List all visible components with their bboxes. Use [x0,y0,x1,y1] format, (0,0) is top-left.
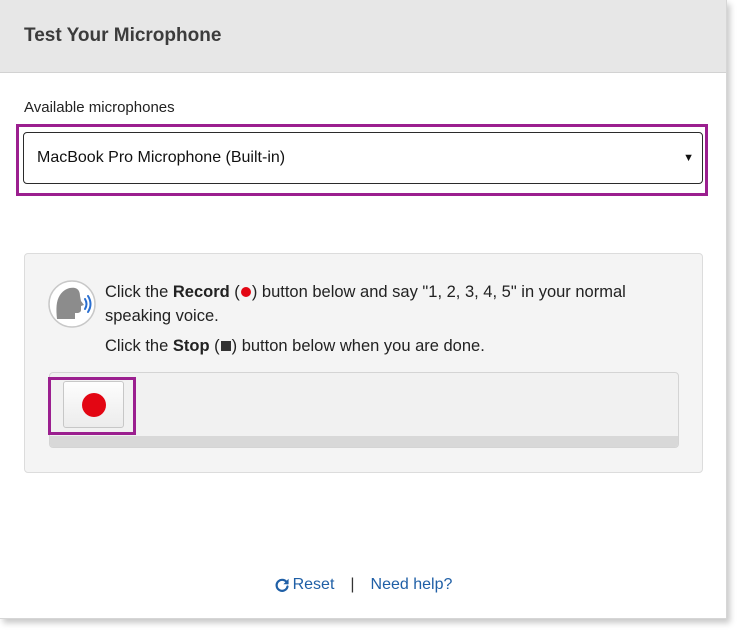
instruction-record-prefix: Click the [105,283,173,301]
footer: Reset | Need help? [0,576,726,594]
instruction-stop: Click the Stop ( ) button below when you … [105,334,685,358]
reset-link[interactable]: Reset [274,576,335,594]
page-title: Test Your Microphone [24,25,222,46]
need-help-link[interactable]: Need help? [371,576,453,594]
recorder-level-track [50,436,678,447]
instruction-record-open: ( [229,283,240,301]
speaking-head-icon [48,280,96,328]
instruction-stop-suffix: ) button below when you are done. [231,337,485,355]
panel-header: Test Your Microphone [0,0,726,73]
stop-word: Stop [172,337,210,355]
footer-separator: | [350,576,355,593]
reset-label: Reset [292,576,335,593]
stop-square-icon [220,341,231,351]
record-button[interactable] [63,381,124,428]
refresh-icon [275,578,289,592]
instructions: Click the Record () button below and say… [105,280,685,358]
record-icon [81,392,106,417]
microphone-select-value: MacBook Pro Microphone (Built-in) [37,149,286,166]
microphone-test-panel: Test Your Microphone Available microphon… [0,0,727,619]
microphones-label: Available microphones [24,99,175,116]
record-dot-icon [240,287,251,297]
dropdown-arrow-icon: ▼ [683,152,694,164]
instruction-record: Click the Record () button below and say… [105,280,685,328]
instruction-stop-open: ( [209,337,220,355]
instruction-stop-prefix: Click the [105,337,173,355]
recorder-bar [49,372,679,448]
microphone-select[interactable]: MacBook Pro Microphone (Built-in) ▼ [23,132,703,184]
recording-test-box: Click the Record () button below and say… [24,253,703,473]
record-word: Record [172,283,230,301]
